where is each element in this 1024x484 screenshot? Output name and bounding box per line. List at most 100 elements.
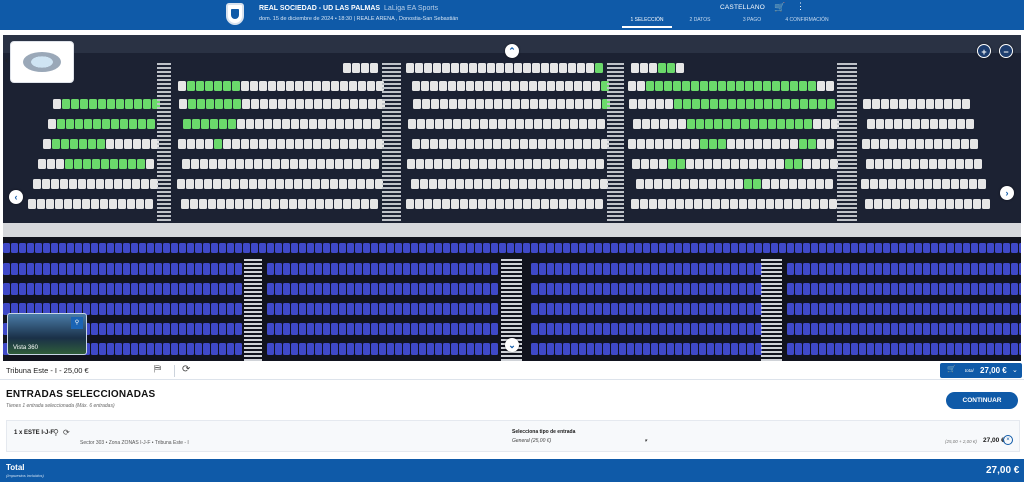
seat-available[interactable] — [754, 81, 762, 91]
seat-available[interactable] — [692, 99, 700, 109]
seat-available[interactable] — [192, 119, 200, 129]
seat-available[interactable] — [75, 119, 83, 129]
seat-available[interactable] — [205, 81, 213, 91]
seat-available[interactable] — [808, 139, 816, 149]
seat-available[interactable] — [52, 139, 60, 149]
seat-available[interactable] — [137, 159, 145, 169]
seat-available[interactable] — [714, 119, 722, 129]
seat-available[interactable] — [110, 159, 118, 169]
seat-available[interactable] — [224, 99, 232, 109]
seat-available[interactable] — [187, 81, 195, 91]
seat-available[interactable] — [736, 81, 744, 91]
seat-available[interactable] — [210, 119, 218, 129]
seat-available[interactable] — [646, 81, 654, 91]
seat-available[interactable] — [147, 119, 155, 129]
seat-available[interactable] — [601, 81, 609, 91]
more-menu-icon[interactable]: ⋮ — [796, 2, 805, 11]
continue-button[interactable]: CONTINUAR — [946, 392, 1018, 409]
cart-total-button[interactable]: 🛒 total 27,00 € ⌄ — [940, 363, 1022, 378]
seat-available[interactable] — [755, 99, 763, 109]
seat-available[interactable] — [732, 119, 740, 129]
seat-available[interactable] — [233, 99, 241, 109]
seat-available[interactable] — [66, 119, 74, 129]
seat-available[interactable] — [691, 81, 699, 91]
seat-available[interactable] — [214, 81, 222, 91]
seat-available[interactable] — [790, 81, 798, 91]
seat-available[interactable] — [197, 99, 205, 109]
seat-available[interactable] — [795, 119, 803, 129]
seat-available[interactable] — [782, 99, 790, 109]
seat-available[interactable] — [188, 99, 196, 109]
rotate-360-icon[interactable]: ⟳ — [182, 364, 190, 375]
ticket-type-select[interactable]: General (25,00 €) ▾ — [512, 438, 647, 447]
seat-available[interactable] — [655, 81, 663, 91]
seat-available[interactable] — [125, 99, 133, 109]
seat-available[interactable] — [737, 99, 745, 109]
seat-available[interactable] — [119, 159, 127, 169]
vista-360-button[interactable]: ⚲ Vista 360 — [7, 313, 87, 355]
nav-right-button[interactable]: › — [1000, 186, 1014, 200]
seat-available[interactable] — [781, 81, 789, 91]
seat-available[interactable] — [723, 119, 731, 129]
seat-available[interactable] — [728, 99, 736, 109]
seat-available[interactable] — [93, 119, 101, 129]
seat-available[interactable] — [799, 139, 807, 149]
back-arrow-icon[interactable]: ‹ — [5, 55, 8, 66]
seat-available[interactable] — [223, 81, 231, 91]
seat-available[interactable] — [744, 179, 752, 189]
seat-available[interactable] — [800, 99, 808, 109]
seat-available[interactable] — [668, 159, 676, 169]
seat-available[interactable] — [79, 139, 87, 149]
seat-available[interactable] — [674, 99, 682, 109]
cart-icon[interactable]: 🛒 — [774, 3, 785, 12]
seat-available[interactable] — [718, 139, 726, 149]
seat-available[interactable] — [57, 119, 65, 129]
seat-map[interactable]: ‹ ⌃ ⌄ ‹ › + − ⚲ Vista 360 — [3, 35, 1021, 361]
seat-available[interactable] — [595, 63, 603, 73]
seat-available[interactable] — [80, 99, 88, 109]
seat-available[interactable] — [818, 99, 826, 109]
seat-available[interactable] — [673, 81, 681, 91]
seat-available[interactable] — [799, 81, 807, 91]
seat-available[interactable] — [232, 81, 240, 91]
seat-available[interactable] — [794, 159, 802, 169]
seat-available[interactable] — [201, 119, 209, 129]
nav-down-button[interactable]: ⌄ — [505, 338, 519, 352]
seat-available[interactable] — [183, 119, 191, 129]
seat-available[interactable] — [70, 139, 78, 149]
seat-available[interactable] — [710, 99, 718, 109]
seat-available[interactable] — [705, 119, 713, 129]
seat-available[interactable] — [97, 139, 105, 149]
seat-available[interactable] — [92, 159, 100, 169]
seat-available[interactable] — [658, 63, 666, 73]
seat-available[interactable] — [65, 159, 73, 169]
remove-ticket-icon[interactable]: × — [1003, 435, 1013, 445]
seat-available[interactable] — [786, 119, 794, 129]
seat-available[interactable] — [111, 119, 119, 129]
seat-available[interactable] — [709, 81, 717, 91]
seat-available[interactable] — [687, 119, 695, 129]
seat-available[interactable] — [808, 81, 816, 91]
seat-available[interactable] — [696, 119, 704, 129]
seat-available[interactable] — [764, 99, 772, 109]
seat-available[interactable] — [772, 81, 780, 91]
seat-available[interactable] — [228, 119, 236, 129]
seat-available[interactable] — [84, 119, 92, 129]
seat-available[interactable] — [718, 81, 726, 91]
seat-available[interactable] — [741, 119, 749, 129]
seat-available[interactable] — [120, 119, 128, 129]
seat-available[interactable] — [134, 99, 142, 109]
seat-available[interactable] — [89, 99, 97, 109]
map-icon[interactable]: ⛿ — [154, 364, 161, 375]
seat-available[interactable] — [71, 99, 79, 109]
nav-up-button[interactable]: ⌃ — [505, 44, 519, 58]
seat-available[interactable] — [219, 119, 227, 129]
seat-available[interactable] — [215, 99, 223, 109]
seat-available[interactable] — [101, 159, 109, 169]
seat-available[interactable] — [759, 119, 767, 129]
seat-available[interactable] — [700, 139, 708, 149]
seat-available[interactable] — [777, 119, 785, 129]
seat-available[interactable] — [116, 99, 124, 109]
stadium-overview-thumbnail[interactable]: ‹ — [5, 41, 74, 83]
seat-available[interactable] — [701, 99, 709, 109]
